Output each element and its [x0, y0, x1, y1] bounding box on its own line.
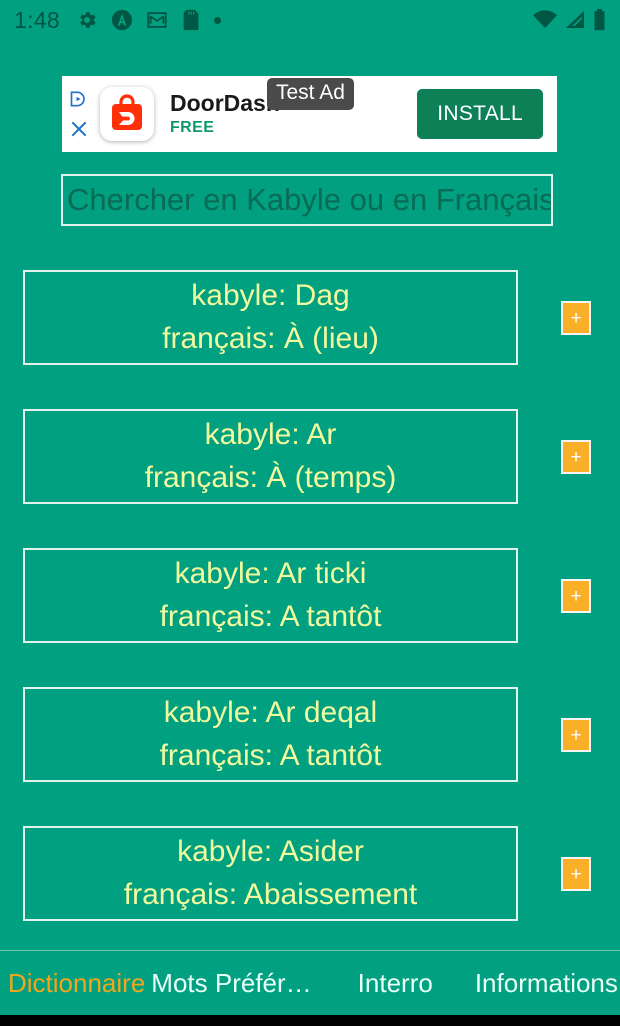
- add-favorite-button[interactable]: +: [561, 718, 591, 752]
- sd-card-icon: [183, 9, 199, 31]
- ad-subtitle: FREE: [170, 118, 215, 136]
- ad-controls: [62, 76, 96, 152]
- result-card[interactable]: kabyle: Asider français: Abaissement: [23, 826, 518, 921]
- kabyle-line: kabyle: Dag: [191, 278, 350, 312]
- result-card[interactable]: kabyle: Ar français: À (temps): [23, 409, 518, 504]
- ad-app-icon: [100, 87, 154, 141]
- test-ad-badge: Test Ad: [267, 78, 354, 111]
- results-list: kabyle: Dag français: À (lieu) + kabyle:…: [0, 262, 620, 957]
- doordash-bag-icon: [112, 94, 142, 130]
- list-item[interactable]: kabyle: Asider français: Abaissement +: [0, 818, 620, 957]
- add-favorite-button[interactable]: +: [561, 440, 591, 474]
- result-card[interactable]: kabyle: Ar ticki français: A tantôt: [23, 548, 518, 643]
- search-field-wrapper[interactable]: [61, 174, 553, 226]
- status-right-icons: [533, 9, 606, 31]
- search-input[interactable]: [63, 182, 551, 218]
- nav-item-interro[interactable]: Interro: [358, 968, 433, 999]
- list-item[interactable]: kabyle: Ar ticki français: A tantôt +: [0, 540, 620, 679]
- francais-line: français: Abaissement: [123, 877, 418, 911]
- ad-install-button[interactable]: INSTALL: [417, 89, 543, 139]
- nav-item-mots-preferes[interactable]: Mots Préfér…: [151, 968, 311, 999]
- status-left-icons: [76, 9, 533, 31]
- status-bar: 1:48: [0, 0, 620, 40]
- francais-line: français: À (lieu): [162, 321, 379, 355]
- add-favorite-button[interactable]: +: [561, 857, 591, 891]
- kabyle-line: kabyle: Asider: [177, 834, 364, 868]
- battery-icon: [594, 9, 605, 31]
- francais-line: français: À (temps): [144, 460, 397, 494]
- close-icon[interactable]: [69, 119, 89, 139]
- gmail-icon: [147, 12, 167, 28]
- francais-line: français: A tantôt: [159, 599, 382, 633]
- kabyle-line: kabyle: Ar: [204, 417, 337, 451]
- francais-line: français: A tantôt: [159, 738, 382, 772]
- result-card[interactable]: kabyle: Dag français: À (lieu): [23, 270, 518, 365]
- add-favorite-button[interactable]: +: [561, 579, 591, 613]
- kabyle-line: kabyle: Ar ticki: [174, 556, 367, 590]
- bottom-system-bar: [0, 1015, 620, 1026]
- wifi-icon: [533, 10, 557, 28]
- app-screen: 1:48 DoorDash FREE INSTALL Test Ad Cherc…: [0, 0, 620, 1026]
- status-clock: 1:48: [14, 6, 60, 33]
- bottom-navigation: Dictionnaire Mots Préfér… Interro Inform…: [0, 951, 620, 1015]
- list-item[interactable]: kabyle: Ar deqal français: A tantôt +: [0, 679, 620, 818]
- list-item[interactable]: kabyle: Dag français: À (lieu) +: [0, 262, 620, 401]
- gear-icon: [80, 12, 96, 28]
- result-card[interactable]: kabyle: Ar deqal français: A tantôt: [23, 687, 518, 782]
- nav-item-informations[interactable]: Informations: [475, 968, 618, 999]
- cellular-signal-icon: [566, 11, 584, 28]
- add-favorite-button[interactable]: +: [561, 301, 591, 335]
- list-item[interactable]: kabyle: Ar français: À (temps) +: [0, 401, 620, 540]
- adchoices-icon[interactable]: [69, 89, 89, 109]
- circle-a-icon: [111, 9, 133, 31]
- kabyle-line: kabyle: Ar deqal: [163, 695, 378, 729]
- nav-item-dictionnaire[interactable]: Dictionnaire: [8, 968, 145, 999]
- dot-icon: [213, 16, 221, 24]
